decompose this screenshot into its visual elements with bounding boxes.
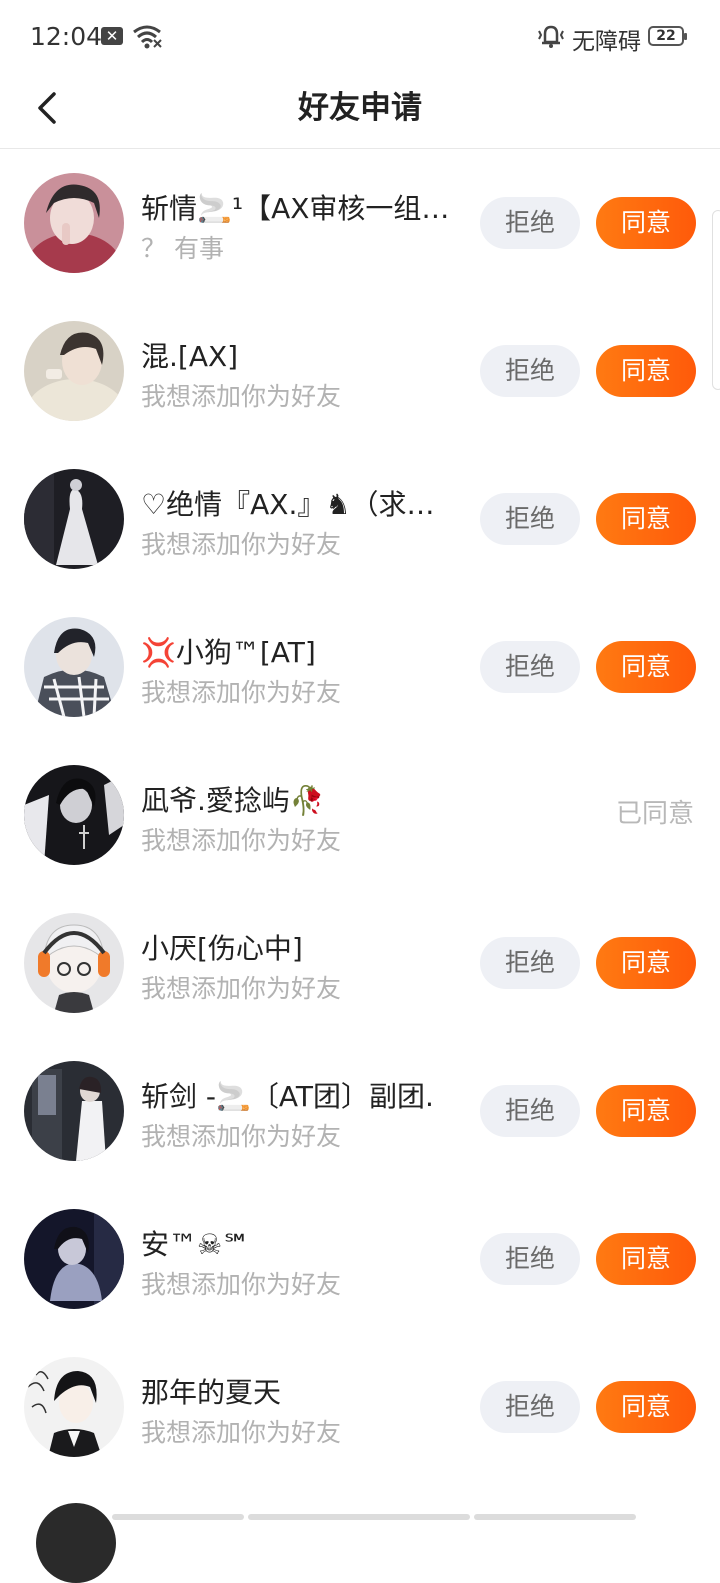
request-name: 💢小狗™[AT] xyxy=(141,636,316,669)
avatar[interactable] xyxy=(24,469,124,569)
status-bar: 12:04 ✕ 无障碍 22 xyxy=(0,0,720,72)
reject-button[interactable]: 拒绝 xyxy=(480,1085,580,1137)
list-item[interactable]: 斩情🚬¹【AX审核一组… ？ 有事 拒绝 同意 xyxy=(0,149,720,297)
list-item[interactable]: 凪爷.愛捻屿🥀 我想添加你为好友 已同意 xyxy=(0,741,720,889)
request-name: 斩情🚬¹【AX审核一组… xyxy=(141,192,450,225)
loading-placeholder xyxy=(474,1514,636,1520)
wifi-icon xyxy=(132,22,162,50)
avatar[interactable] xyxy=(24,765,124,865)
request-message: ？ 有事 xyxy=(141,234,224,263)
loading-placeholder xyxy=(248,1514,470,1520)
loading-placeholder xyxy=(112,1514,244,1520)
bell-vibrate-icon xyxy=(536,22,566,50)
reject-button[interactable]: 拒绝 xyxy=(480,493,580,545)
accept-button[interactable]: 同意 xyxy=(596,345,696,397)
reject-button[interactable]: 拒绝 xyxy=(480,937,580,989)
status-time: 12:04 xyxy=(30,22,103,51)
request-name: 小厌[伤心中] xyxy=(141,932,303,965)
header: 好友申请 xyxy=(0,72,720,149)
reject-button[interactable]: 拒绝 xyxy=(480,1381,580,1433)
request-name: 安™☠℠ xyxy=(141,1228,251,1261)
reject-button[interactable]: 拒绝 xyxy=(480,345,580,397)
request-message: 我想添加你为好友 xyxy=(141,974,342,1003)
request-message: 我想添加你为好友 xyxy=(141,1418,342,1447)
avatar[interactable] xyxy=(24,173,124,273)
avatar[interactable] xyxy=(36,1503,116,1583)
request-message: 我想添加你为好友 xyxy=(141,1270,342,1299)
avatar[interactable] xyxy=(24,1061,124,1161)
request-name: 混.[AX] xyxy=(141,340,239,373)
accept-button[interactable]: 同意 xyxy=(596,1381,696,1433)
scrollbar[interactable] xyxy=(712,210,720,390)
accept-button[interactable]: 同意 xyxy=(596,493,696,545)
list-item[interactable]: 那年的夏天 我想添加你为好友 拒绝 同意 xyxy=(0,1333,720,1481)
page-title: 好友申请 xyxy=(298,90,422,126)
accept-button[interactable]: 同意 xyxy=(596,1085,696,1137)
request-name: 斩剑 -🚬〔AT团〕副团. xyxy=(141,1080,434,1113)
accept-button[interactable]: 同意 xyxy=(596,1233,696,1285)
avatar[interactable] xyxy=(24,1209,124,1309)
list-item[interactable]: 混.[AX] 我想添加你为好友 拒绝 同意 xyxy=(0,297,720,445)
accessibility-label: 无障碍 xyxy=(572,29,641,55)
avatar[interactable] xyxy=(24,321,124,421)
avatar[interactable] xyxy=(24,1357,124,1457)
list-item[interactable]: ♡绝情『AX.』♞（求送… 我想添加你为好友 拒绝 同意 xyxy=(0,445,720,593)
request-message: 我想添加你为好友 xyxy=(141,382,342,411)
reject-button[interactable]: 拒绝 xyxy=(480,197,580,249)
accept-button[interactable]: 同意 xyxy=(596,937,696,989)
request-message: 我想添加你为好友 xyxy=(141,678,342,707)
request-message: 我想添加你为好友 xyxy=(141,530,342,559)
list-item[interactable]: 小厌[伤心中] 我想添加你为好友 拒绝 同意 xyxy=(0,889,720,1037)
reject-button[interactable]: 拒绝 xyxy=(480,1233,580,1285)
request-name: 那年的夏天 xyxy=(141,1376,282,1409)
notification-x-icon: ✕ xyxy=(101,27,123,45)
accept-button[interactable]: 同意 xyxy=(596,641,696,693)
list-item-partial[interactable] xyxy=(0,1481,720,1583)
list-item[interactable]: 斩剑 -🚬〔AT团〕副团. 我想添加你为好友 拒绝 同意 xyxy=(0,1037,720,1185)
request-message: 我想添加你为好友 xyxy=(141,826,342,855)
accepted-status: 已同意 xyxy=(615,799,694,829)
avatar[interactable] xyxy=(24,913,124,1013)
list-item[interactable]: 安™☠℠ 我想添加你为好友 拒绝 同意 xyxy=(0,1185,720,1333)
battery-icon: 22 xyxy=(648,26,687,46)
friend-request-list: 斩情🚬¹【AX审核一组… ？ 有事 拒绝 同意 混.[AX] 我想添加你为好友 … xyxy=(0,149,720,1481)
avatar[interactable] xyxy=(24,617,124,717)
request-name: ♡绝情『AX.』♞（求送… xyxy=(141,488,461,521)
accept-button[interactable]: 同意 xyxy=(596,197,696,249)
request-name: 凪爷.愛捻屿🥀 xyxy=(141,784,325,817)
request-message: 我想添加你为好友 xyxy=(141,1122,342,1151)
list-item[interactable]: 💢小狗™[AT] 我想添加你为好友 拒绝 同意 xyxy=(0,593,720,741)
reject-button[interactable]: 拒绝 xyxy=(480,641,580,693)
